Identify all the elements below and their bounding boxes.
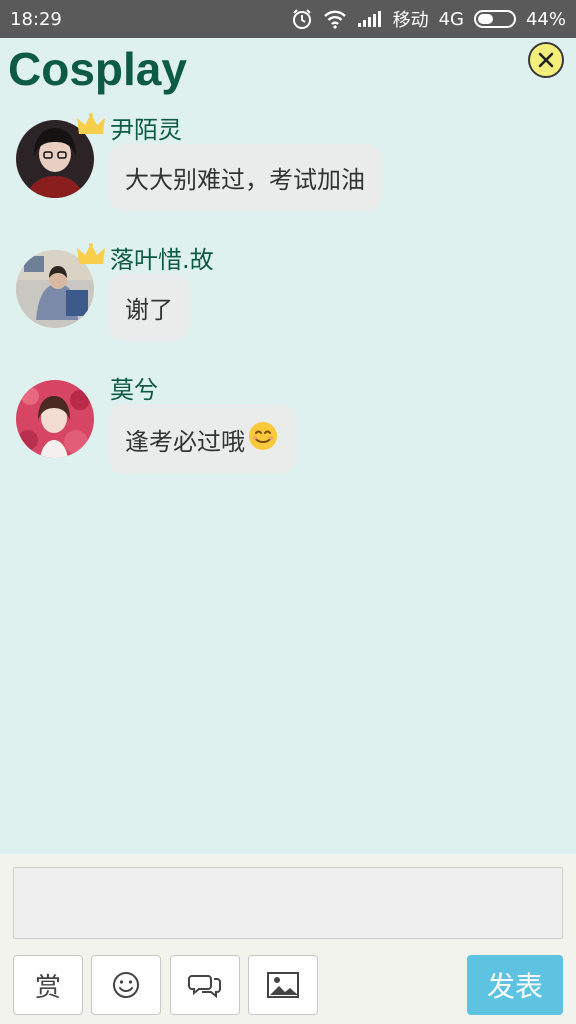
carrier-label: 移动 xyxy=(392,10,429,31)
chat-bubble-button[interactable] xyxy=(170,955,240,1015)
image-button[interactable] xyxy=(248,955,318,1015)
message-bubble: 逢考必过哦 xyxy=(108,404,296,474)
close-button[interactable] xyxy=(528,42,564,78)
signal-icon xyxy=(357,10,383,28)
network-label: 4G xyxy=(438,8,464,30)
status-bar: 18:29 移动 4G 44% xyxy=(0,0,576,38)
message-bubble: 大大别难过，考试加油 xyxy=(108,144,382,211)
reward-button[interactable]: 赏 xyxy=(13,955,83,1015)
battery-fill xyxy=(477,14,493,24)
smile-emoji-icon xyxy=(247,420,279,458)
page-title: Cosplay xyxy=(8,43,187,95)
crown-icon xyxy=(76,242,106,272)
header: Cosplay xyxy=(0,38,576,100)
battery-percent: 44% xyxy=(525,8,566,30)
composer: 赏 发表 xyxy=(0,854,576,1024)
battery-icon xyxy=(473,10,516,28)
avatar[interactable] xyxy=(16,113,105,198)
wifi-icon xyxy=(323,9,347,29)
message-text: 逢考必过哦 xyxy=(125,427,245,456)
close-icon xyxy=(538,52,554,68)
message-author[interactable]: 莫兮 xyxy=(110,370,158,405)
avatar-image xyxy=(16,380,94,458)
chat-bubbles-icon xyxy=(188,975,221,999)
status-icons: 移动 4G 44% xyxy=(291,6,566,32)
reward-label: 赏 xyxy=(34,972,61,1003)
image-icon xyxy=(267,972,299,998)
emoji-button[interactable] xyxy=(91,955,161,1015)
message-author[interactable]: 落叶惜.故 xyxy=(110,240,214,275)
alarm-icon xyxy=(291,8,313,30)
send-button[interactable]: 发表 xyxy=(467,955,563,1015)
message-text: 谢了 xyxy=(125,296,173,324)
message-bubble: 谢了 xyxy=(108,274,190,341)
message-text: 大大别难过，考试加油 xyxy=(125,166,365,194)
status-time: 18:29 xyxy=(10,8,62,30)
message-input[interactable] xyxy=(13,867,563,939)
message-author[interactable]: 尹陌灵 xyxy=(110,110,182,145)
smiley-icon xyxy=(113,972,139,998)
avatar[interactable] xyxy=(16,380,94,458)
avatar[interactable] xyxy=(16,243,105,328)
crown-icon xyxy=(76,112,106,142)
